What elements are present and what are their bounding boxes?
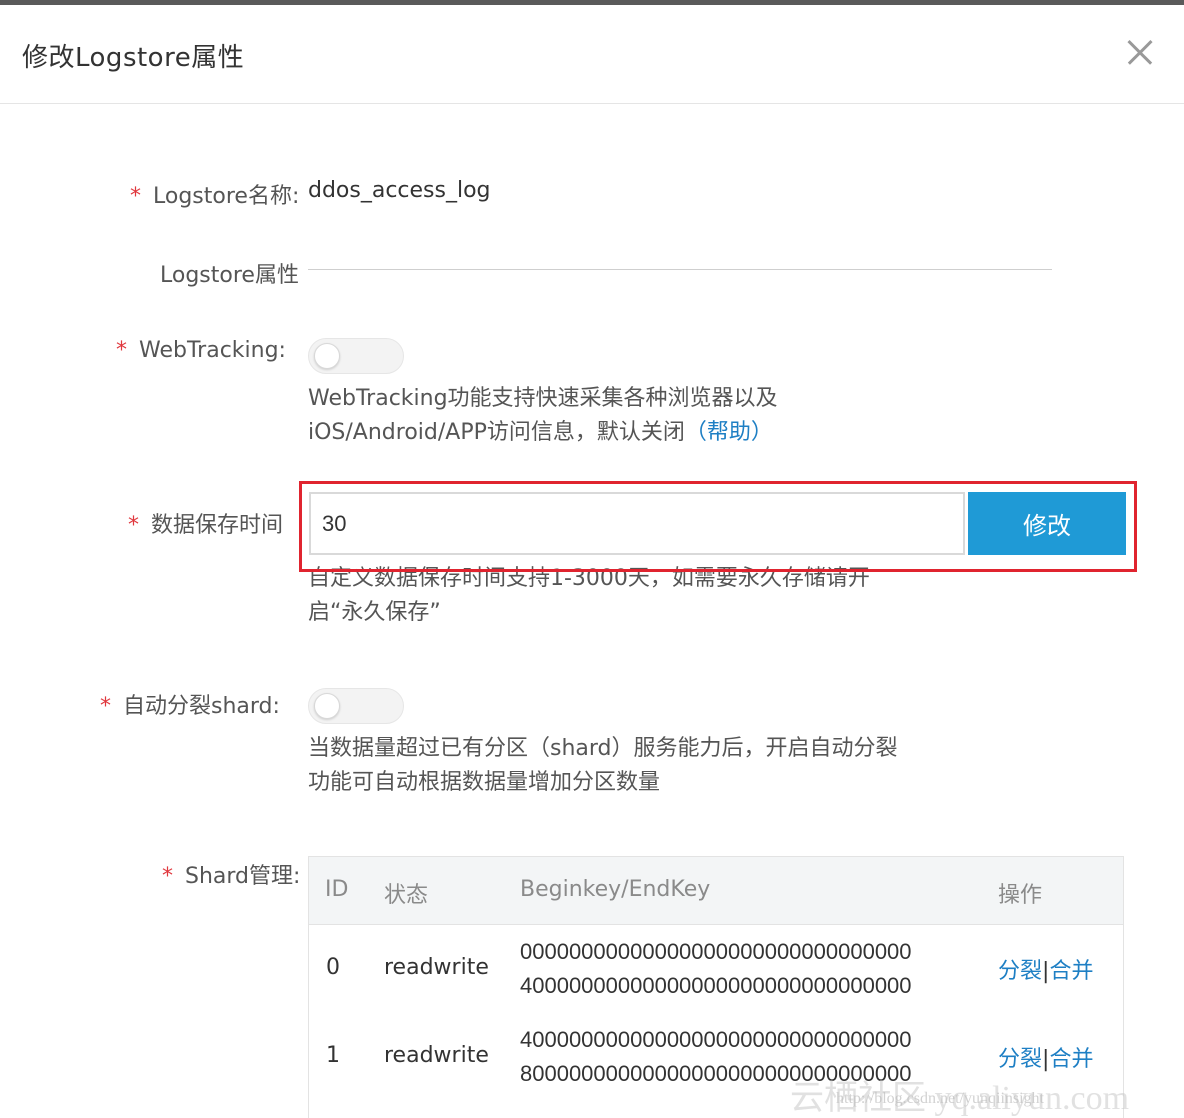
auto-split-label: * 自动分裂shard: (100, 688, 280, 720)
webtracking-help-line2-text: iOS/Android/APP访问信息，默认关闭 (308, 420, 685, 445)
section-title: Logstore属性 (160, 263, 299, 288)
auto-split-toggle[interactable] (308, 688, 404, 724)
shard-id: 1 (326, 1043, 340, 1068)
column-header-ops: 操作 (998, 883, 1043, 908)
begin-key: 00000000000000000000000000000000 (520, 939, 912, 964)
close-icon[interactable] (1122, 35, 1158, 71)
logstore-name-label: * Logstore名称: (130, 178, 299, 210)
column-header-id: ID (325, 877, 349, 902)
webtracking-help-line2: iOS/Android/APP访问信息，默认关闭（帮助） (308, 416, 778, 450)
auto-split-help-line1: 当数据量超过已有分区（shard）服务能力后，开启自动分裂 (308, 736, 898, 761)
required-mark: * (116, 338, 127, 363)
logstore-name-value: ddos_access_log (308, 178, 491, 203)
auto-split-label-text: 自动分裂shard: (123, 694, 280, 719)
merge-link[interactable]: 合并 (1049, 959, 1093, 984)
retention-help-line2: 启“永久保存” (308, 600, 441, 625)
table-header: ID 状态 Beginkey/EndKey 操作 (309, 857, 1123, 925)
shard-status: readwrite (384, 955, 489, 980)
webtracking-toggle[interactable] (308, 338, 404, 374)
begin-key: 40000000000000000000000000000000 (520, 1027, 912, 1052)
split-link[interactable]: 分裂 (998, 1047, 1042, 1072)
watermark-url: http://blog.csdn.net/yunqiinsight (836, 1090, 1044, 1107)
column-header-status: 状态 (384, 883, 429, 908)
shard-keys: 00000000000000000000000000000000 4000000… (520, 935, 912, 1003)
shard-status: readwrite (384, 1043, 489, 1068)
webtracking-help: WebTracking功能支持快速采集各种浏览器以及 iOS/Android/A… (308, 382, 778, 450)
dialog-title: 修改Logstore属性 (22, 43, 245, 73)
help-link[interactable]: （帮助） (685, 420, 773, 445)
required-mark: * (130, 184, 141, 209)
toggle-knob (314, 693, 340, 719)
shard-label-text: Shard管理: (185, 864, 301, 889)
required-mark: * (100, 694, 111, 719)
merge-link[interactable]: 合并 (1049, 1047, 1093, 1072)
highlight-box (299, 481, 1137, 572)
shard-ops: 分裂|合并 (998, 1041, 1093, 1073)
webtracking-help-line1: WebTracking功能支持快速采集各种浏览器以及 (308, 386, 778, 411)
webtracking-label-text: WebTracking: (139, 338, 286, 363)
logstore-name-label-text: Logstore名称: (153, 184, 300, 209)
dialog-header: 修改Logstore属性 (0, 5, 1184, 104)
split-link[interactable]: 分裂 (998, 959, 1042, 984)
retention-label-text: 数据保存时间 (151, 513, 284, 538)
retention-help: 自定义数据保存时间支持1-3000天，如需要永久存储请开 启“永久保存” (308, 562, 870, 630)
shard-ops: 分裂|合并 (998, 953, 1093, 985)
toggle-knob (314, 343, 340, 369)
shard-id: 0 (326, 955, 340, 980)
auto-split-help-line2: 功能可自动根据数据量增加分区数量 (308, 770, 661, 795)
shard-label: * Shard管理: (162, 858, 300, 890)
column-header-keys: Beginkey/EndKey (520, 877, 711, 902)
auto-split-help: 当数据量超过已有分区（shard）服务能力后，开启自动分裂 功能可自动根据数据量… (308, 732, 898, 800)
section-divider (308, 269, 1052, 270)
end-key: 40000000000000000000000000000000 (520, 973, 912, 998)
required-mark: * (162, 864, 173, 889)
required-mark: * (128, 513, 139, 538)
webtracking-label: * WebTracking: (116, 338, 286, 363)
retention-label: * 数据保存时间 (128, 507, 283, 539)
